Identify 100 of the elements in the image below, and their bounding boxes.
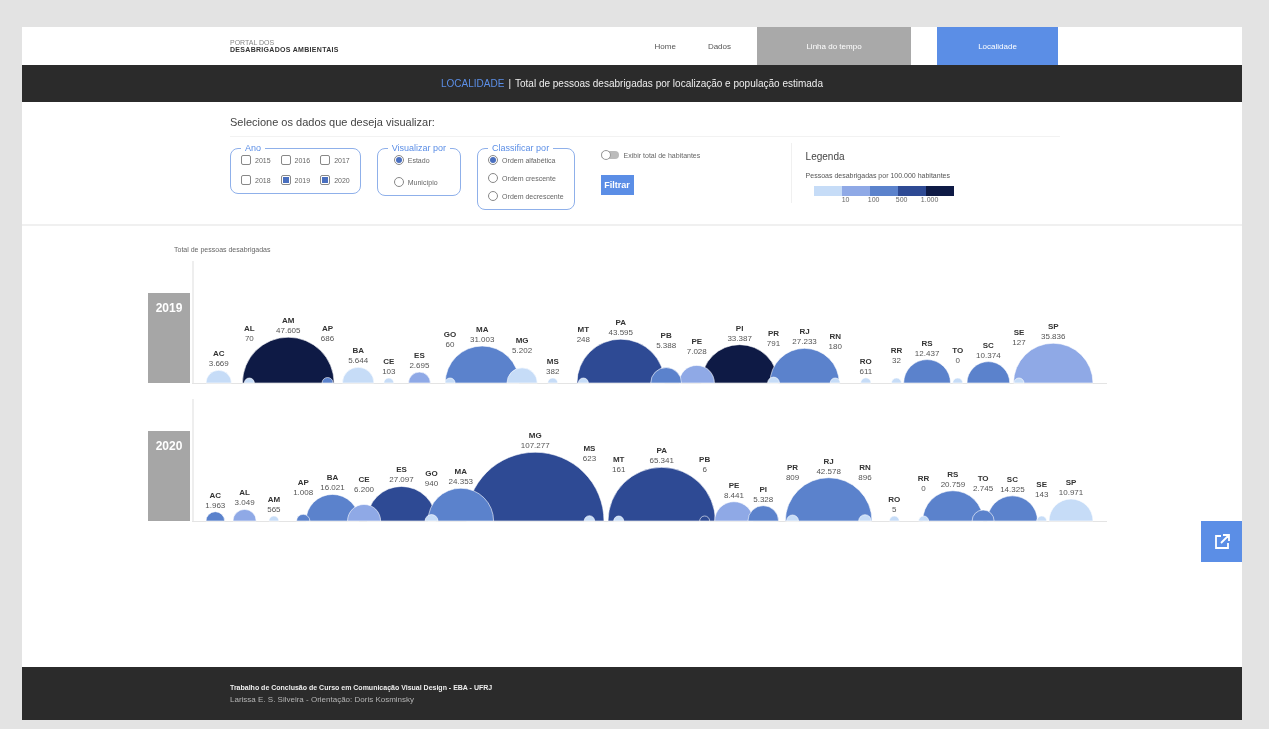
page-title: Total de pessoas desabrigadas por localização e população estimada	[515, 78, 823, 89]
value-label: 940	[424, 479, 439, 489]
state-label: SE	[1013, 327, 1025, 337]
value-label: 143	[1035, 490, 1049, 500]
state-label: GO	[425, 469, 438, 479]
value-label: 5	[892, 505, 897, 514]
value-label: 7.028	[686, 346, 707, 356]
value-label: 2.745	[973, 484, 994, 494]
value-label: 809	[785, 472, 800, 482]
state-label: MG	[528, 431, 542, 441]
value-label: 248	[576, 334, 591, 344]
state-label: AC	[209, 490, 222, 500]
section-label: LOCALIDADE	[441, 78, 505, 89]
state-label: MS	[546, 357, 559, 366]
value-label: 60	[445, 339, 455, 349]
state-label: RN	[859, 462, 871, 472]
state-label: PI	[735, 323, 744, 333]
nav-link[interactable]: Dados	[691, 27, 747, 65]
share-button[interactable]	[1201, 521, 1242, 562]
external-link-icon	[1212, 532, 1231, 551]
state-label: AL	[239, 488, 250, 498]
year-label: 2020	[148, 431, 190, 521]
state-label: MA	[476, 325, 489, 334]
state-label: RJ	[799, 327, 810, 337]
separator: |	[508, 78, 511, 89]
value-label: 27.097	[389, 475, 414, 485]
value-label: 161	[612, 464, 626, 474]
value-label: 10.971	[1058, 488, 1084, 497]
value-label: 2.695	[409, 361, 430, 371]
value-label: 107.277	[520, 441, 550, 451]
state-label: AM	[267, 495, 281, 504]
group-label: Visualizar por	[390, 143, 448, 153]
value-label: 14.325	[1000, 484, 1025, 494]
value-label: 8.441	[723, 490, 744, 500]
value-label: 47.605	[276, 326, 301, 336]
value-label: 611	[859, 366, 873, 376]
state-label: SC	[1006, 474, 1018, 484]
state-label: RO	[888, 495, 901, 504]
state-label: RS	[947, 469, 959, 479]
value-label: 32	[892, 355, 901, 365]
value-label: 33.387	[727, 333, 752, 343]
state-label: PA	[615, 318, 627, 328]
value-label: 0	[921, 483, 926, 493]
state-label: RS	[921, 338, 933, 348]
state-label: PE	[691, 336, 703, 346]
state-label: RN	[829, 331, 841, 341]
value-label: 16.021	[320, 483, 345, 493]
legend-title: Legenda	[805, 151, 846, 162]
value-label: 686	[320, 333, 335, 343]
value-label: 10.374	[976, 350, 1001, 360]
state-label: AP	[297, 478, 309, 488]
state-label: AL	[244, 323, 255, 333]
value-label: 5.202	[512, 345, 533, 355]
state-label: PR	[767, 329, 780, 339]
state-label: SC	[982, 340, 994, 350]
value-label: 27.233	[792, 337, 817, 347]
value-label: 565	[267, 505, 281, 514]
value-label: 6	[702, 464, 707, 474]
state-label: RR	[917, 473, 930, 483]
state-label: SE	[1036, 480, 1048, 490]
value-label: 127	[1012, 337, 1026, 347]
filter-prompt: Selecione os dados que deseja visualizar:	[230, 116, 1060, 137]
value-label: 24.353	[448, 477, 474, 487]
value-label: 3.669	[208, 359, 229, 369]
state-label: MG	[515, 335, 529, 345]
state-label: AM	[282, 316, 295, 326]
value-label: 103	[382, 367, 396, 376]
state-label: BA	[352, 346, 364, 356]
state-label: BA	[326, 473, 339, 483]
group-label: Classificar por	[491, 143, 551, 153]
state-label: SP	[1047, 322, 1059, 332]
state-label: MT	[612, 454, 625, 464]
state-label: GO	[443, 329, 457, 339]
value-label: 5.388	[656, 341, 677, 351]
value-label: 42.578	[816, 466, 841, 476]
state-label: TO	[952, 345, 964, 355]
state-label: PI	[759, 484, 768, 494]
value-label: 5.644	[348, 356, 369, 366]
value-label: 65.341	[649, 456, 674, 466]
value-label: 12.437	[914, 348, 940, 358]
state-label: ES	[396, 465, 407, 475]
state-label: CE	[358, 474, 370, 484]
value-label: 896	[858, 472, 872, 482]
value-label: 1.008	[293, 488, 314, 498]
toggle-switch[interactable]	[600, 151, 619, 159]
value-label: 31.003	[469, 335, 495, 344]
state-label: AP	[322, 323, 334, 333]
state-label: SP	[1065, 478, 1077, 487]
nav-link[interactable]: Home	[638, 27, 692, 65]
value-label: 70	[244, 333, 254, 343]
value-label: 382	[546, 367, 560, 376]
value-label: 791	[766, 339, 781, 349]
value-label: 43.595	[608, 328, 633, 338]
state-label: PR	[787, 462, 799, 472]
state-label: RO	[859, 356, 872, 366]
value-label: 35.836	[1041, 332, 1066, 342]
value-label: 0	[955, 355, 960, 365]
state-label: MS	[583, 444, 596, 454]
state-label: ES	[414, 351, 425, 361]
state-label: MT	[577, 324, 590, 334]
